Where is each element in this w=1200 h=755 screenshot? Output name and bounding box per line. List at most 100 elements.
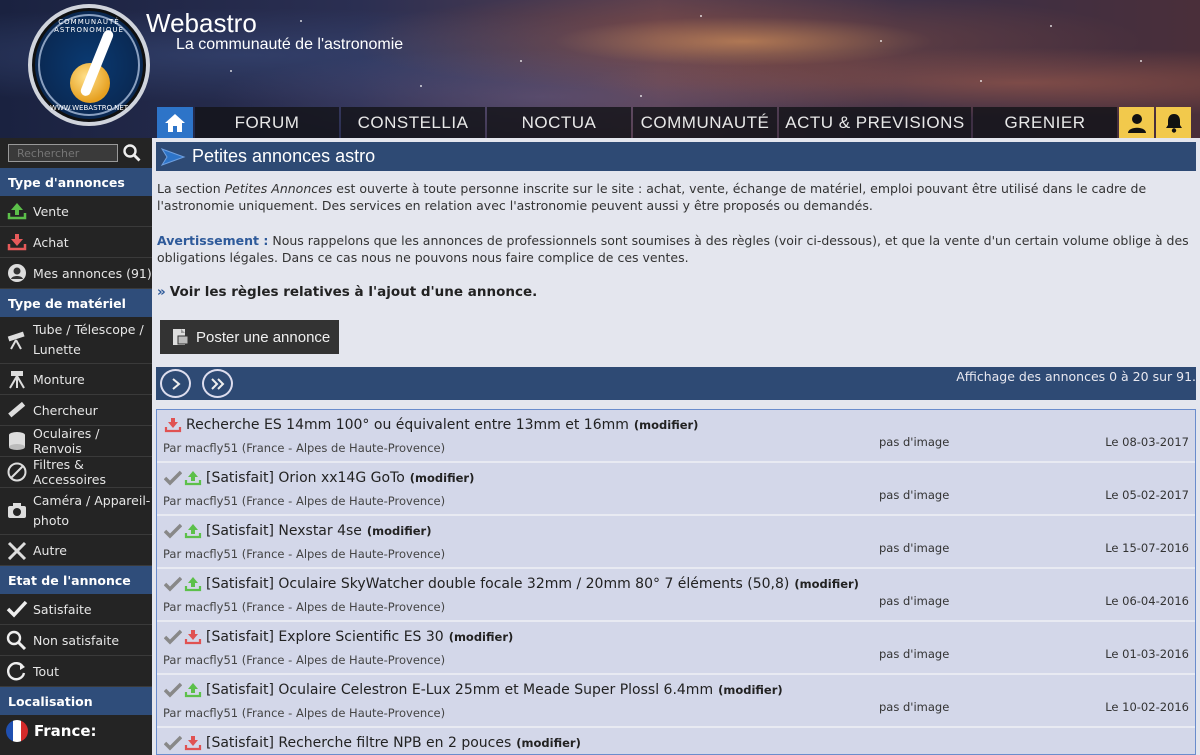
- listing-author: Par macfly51 (France - Alpes de Haute-Pr…: [163, 706, 446, 720]
- listing-row[interactable]: [Satisfait] Explore Scientific ES 30 (mod…: [157, 622, 1195, 675]
- modify-link[interactable]: (modifier): [367, 524, 432, 538]
- listings-table: Recherche ES 14mm 100° ou équivalent ent…: [156, 409, 1196, 755]
- nav-forum[interactable]: FORUM: [195, 107, 339, 138]
- sidebar-item-tube[interactable]: Tube / Télescope / Lunette: [0, 317, 152, 364]
- sidebar-item-label: Autre: [33, 542, 67, 558]
- sidebar-item-satisfaite[interactable]: Satisfaite: [0, 594, 152, 625]
- listing-row[interactable]: [Satisfait] Recherche filtre NPB en 2 po…: [157, 728, 1195, 754]
- upload-arrow-icon: [183, 681, 203, 699]
- sidebar: Type d'annonces Vente Achat Mes annonces…: [0, 138, 152, 755]
- modify-link[interactable]: (modifier): [794, 577, 859, 591]
- sidebar-item-camera[interactable]: Caméra / Appareil-photo: [0, 488, 152, 535]
- listing-title[interactable]: [Satisfait] Oculaire Celestron E-Lux 25m…: [163, 681, 783, 699]
- listing-row[interactable]: [Satisfait] Nexstar 4se (modifier) Par mac…: [157, 516, 1195, 569]
- title-arrow-icon: [160, 147, 186, 166]
- sidebar-item-label: Caméra / Appareil-photo: [33, 493, 151, 528]
- nav-grenier[interactable]: GRENIER: [973, 107, 1117, 138]
- sidebar-item-label: Achat: [33, 234, 69, 250]
- nav-actu-previsions[interactable]: ACTU & PREVISIONS: [779, 107, 971, 138]
- listing-date: Le 01-03-2016: [1105, 647, 1189, 661]
- modify-link[interactable]: (modifier): [634, 418, 699, 432]
- listing-row[interactable]: [Satisfait] Oculaire Celestron E-Lux 25m…: [157, 675, 1195, 728]
- country-label: France:: [34, 722, 97, 740]
- listing-image-status: pas d'image: [879, 594, 950, 608]
- listing-row[interactable]: Recherche ES 14mm 100° ou équivalent ent…: [157, 410, 1195, 463]
- upload-arrow-icon: [183, 575, 203, 593]
- sidebar-item-label: Filtres & Accessoires: [33, 457, 106, 487]
- eyepiece-icon: [6, 431, 28, 451]
- site-logo[interactable]: COMMUNAUTÉ ASTRONOMIQUE WWW.WEBASTRO.NET: [28, 4, 150, 126]
- sidebar-item-monture[interactable]: Monture: [0, 364, 152, 395]
- listing-title[interactable]: [Satisfait] Oculaire SkyWatcher double f…: [163, 575, 859, 593]
- listing-title[interactable]: [Satisfait] Explore Scientific ES 30 (mod…: [163, 628, 513, 646]
- next-page-button[interactable]: [160, 369, 191, 398]
- double-chevron-right-icon: [210, 377, 224, 390]
- site-title[interactable]: Webastro: [146, 8, 257, 39]
- check-icon: [6, 599, 28, 619]
- search-button[interactable]: [122, 143, 142, 163]
- telescope-icon: [6, 330, 28, 350]
- modify-link[interactable]: (modifier): [718, 683, 783, 697]
- section-localisation: Localisation: [0, 687, 152, 715]
- home-button[interactable]: [157, 107, 193, 138]
- mount-icon: [6, 369, 28, 389]
- listing-title-text: [Satisfait] Recherche filtre NPB en 2 po…: [206, 735, 512, 751]
- sidebar-item-chercheur[interactable]: Chercheur: [0, 395, 152, 426]
- listing-author: Par macfly51 (France - Alpes de Haute-Pr…: [163, 441, 446, 455]
- section-etat: Etat de l'annonce: [0, 566, 152, 594]
- warning-label: Avertissement :: [157, 233, 269, 248]
- nav-noctua[interactable]: NOCTUA: [487, 107, 631, 138]
- sidebar-item-label: Vente: [33, 203, 69, 219]
- sidebar-item-achat[interactable]: Achat: [0, 227, 152, 258]
- user-icon: [1127, 113, 1146, 133]
- chevron-right-icon: [171, 377, 181, 390]
- sidebar-search: [0, 138, 152, 168]
- notifications-button[interactable]: [1156, 107, 1191, 138]
- home-icon: [165, 113, 185, 132]
- download-arrow-icon: [163, 416, 183, 434]
- check-icon: [163, 681, 183, 699]
- intro-text: La section Petites Annonces est ouverte …: [157, 181, 1147, 213]
- listing-title-text: [Satisfait] Oculaire SkyWatcher double f…: [206, 576, 790, 592]
- account-button[interactable]: [1119, 107, 1154, 138]
- sidebar-item-oculaires[interactable]: Oculaires / Renvois: [0, 426, 152, 457]
- tools-icon: [6, 540, 28, 560]
- listing-row[interactable]: [Satisfait] Oculaire SkyWatcher double f…: [157, 569, 1195, 622]
- check-icon: [163, 469, 183, 487]
- last-page-button[interactable]: [202, 369, 233, 398]
- listing-title[interactable]: [Satisfait] Recherche filtre NPB en 2 po…: [163, 734, 581, 752]
- country-france[interactable]: France:: [0, 715, 152, 747]
- sidebar-item-tout[interactable]: Tout: [0, 656, 152, 687]
- sidebar-item-filtres[interactable]: Filtres & Accessoires: [0, 457, 152, 488]
- search-input[interactable]: [8, 144, 118, 162]
- nav-communaute[interactable]: COMMUNAUTÉ: [633, 107, 777, 138]
- listing-date: Le 08-03-2017: [1105, 435, 1189, 449]
- listing-title[interactable]: Recherche ES 14mm 100° ou équivalent ent…: [163, 416, 698, 434]
- sidebar-item-vente[interactable]: Vente: [0, 196, 152, 227]
- main-content: Petites annonces astro La section Petite…: [152, 138, 1200, 755]
- main-nav: FORUM CONSTELLIA NOCTUA COMMUNAUTÉ ACTU …: [157, 107, 1193, 138]
- listing-title[interactable]: [Satisfait] Nexstar 4se (modifier): [163, 522, 432, 540]
- modify-link[interactable]: (modifier): [516, 736, 581, 750]
- listing-title-text: [Satisfait] Explore Scientific ES 30: [206, 629, 444, 645]
- nav-constellia[interactable]: CONSTELLIA: [341, 107, 485, 138]
- sidebar-item-autre[interactable]: Autre: [0, 535, 152, 566]
- sidebar-item-label: Tout: [33, 663, 59, 679]
- rules-link[interactable]: » Voir les règles relatives à l'ajout d'u…: [157, 284, 537, 300]
- modify-link[interactable]: (modifier): [449, 630, 514, 644]
- listing-row[interactable]: [Satisfait] Orion xx14G GoTo (modifier) Pa…: [157, 463, 1195, 516]
- bell-icon: [1165, 113, 1182, 133]
- listing-title-text: [Satisfait] Nexstar 4se: [206, 523, 362, 539]
- modify-link[interactable]: (modifier): [410, 471, 475, 485]
- download-arrow-icon: [183, 628, 203, 646]
- sidebar-item-non-satisfaite[interactable]: Non satisfaite: [0, 625, 152, 656]
- search-icon: [123, 144, 141, 162]
- sidebar-item-label: Satisfaite: [33, 601, 92, 617]
- listing-title-text: [Satisfait] Orion xx14G GoTo: [206, 470, 405, 486]
- check-icon: [163, 734, 183, 752]
- listing-date: Le 15-07-2016: [1105, 541, 1189, 555]
- post-ad-button[interactable]: Poster une annonce: [160, 320, 339, 354]
- sidebar-item-mes-annonces[interactable]: Mes annonces (91): [0, 258, 152, 289]
- listing-title[interactable]: [Satisfait] Orion xx14G GoTo (modifier): [163, 469, 474, 487]
- upload-arrow-icon: [183, 522, 203, 540]
